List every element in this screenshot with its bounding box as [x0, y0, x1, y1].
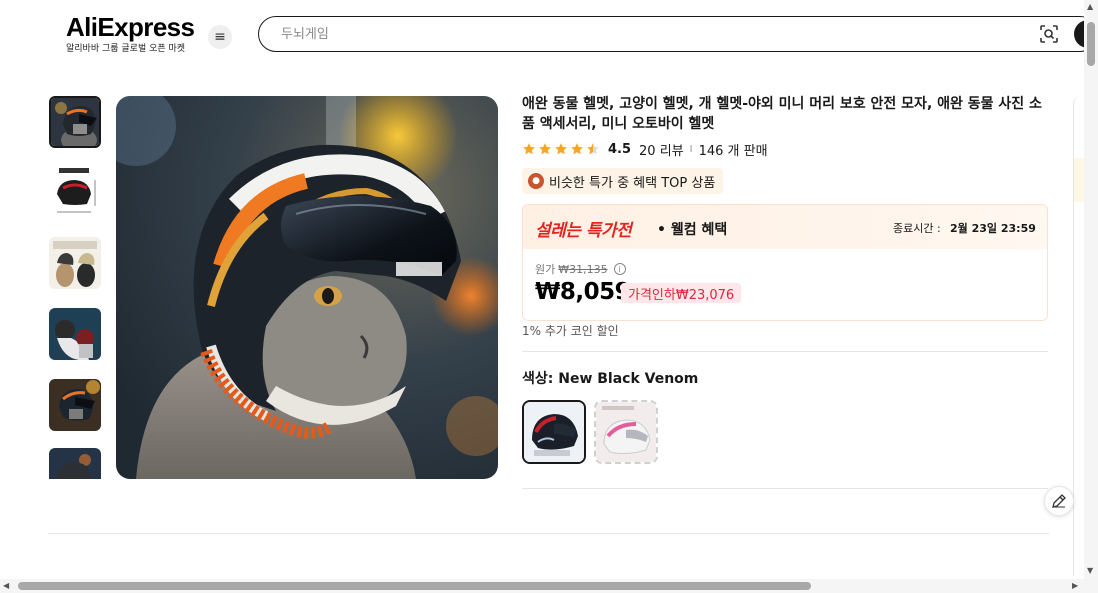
menu-button[interactable]: ≡	[208, 25, 232, 49]
star-full-icon	[539, 143, 551, 155]
separator: I	[689, 143, 693, 155]
scroll-left-arrow-icon[interactable]: ◀	[3, 581, 9, 590]
fire-icon: ●	[528, 173, 544, 189]
deal-subtitle: • 웰컴 혜택	[657, 222, 728, 238]
coin-discount-note: 1% 추가 코인 할인	[522, 324, 619, 338]
deal-end-label: 종료시간 :	[893, 222, 941, 235]
original-price-row: 원가 ₩31,135 i	[535, 261, 626, 277]
top-header: AliExpress 알리바바 그룹 글로벌 오픈 마켓 ≡	[0, 0, 1098, 68]
thumbnail-2[interactable]	[49, 166, 101, 218]
star-full-icon	[523, 143, 535, 155]
star-rating[interactable]	[522, 142, 600, 156]
scroll-right-arrow-icon[interactable]: ▶	[1072, 581, 1078, 590]
divider	[48, 533, 1049, 534]
aliexpress-logo[interactable]: AliExpress	[66, 12, 195, 43]
info-icon[interactable]: i	[613, 263, 626, 275]
logo-subtitle: 알리바바 그룹 글로벌 오픈 마켓	[66, 44, 186, 54]
variant-option-black-venom[interactable]	[522, 400, 586, 464]
vertical-scroll-thumb[interactable]	[1087, 22, 1095, 66]
top-deal-badge[interactable]: ● 비슷한 특가 중 혜택 TOP 상품	[522, 168, 724, 194]
product-title: 애완 동물 헬멧, 고양이 헬멧, 개 헬멧-야외 미니 머리 보호 안전 모자…	[522, 96, 1042, 132]
discount-tag: 가격인하₩23,076	[621, 283, 742, 303]
scrollbar-corner	[1084, 579, 1098, 593]
current-price: ₩8,059	[535, 279, 631, 305]
divider	[522, 351, 1048, 352]
color-label: 색상: New Black Venom	[522, 371, 699, 387]
rating-row: 4.5 20 리뷰 I 146 개 판매	[522, 140, 768, 159]
deal-box: 설레는 특가전 • 웰컴 혜택 종료시간 : 2월 23일 23:59 원가 ₩…	[522, 204, 1048, 321]
original-price: ₩31,135	[558, 262, 608, 276]
deal-title: 설레는 특가전	[535, 221, 632, 241]
search-bar	[258, 16, 1098, 52]
edit-button[interactable]	[1044, 486, 1074, 516]
deal-end-time: 2월 23일 23:59	[950, 222, 1036, 235]
rating-value: 4.5	[608, 141, 632, 157]
thumbnail-gallery	[48, 96, 102, 479]
thumbnail-1[interactable]	[49, 96, 101, 148]
camera-search-icon[interactable]	[1039, 24, 1059, 44]
horizontal-scrollbar[interactable]: ◀ ▶	[0, 579, 1084, 593]
hamburger-icon: ≡	[214, 29, 226, 45]
thumbnail-6[interactable]	[49, 448, 101, 479]
side-panel-edge	[1073, 96, 1085, 576]
original-price-label: 원가	[535, 263, 556, 276]
star-full-icon	[555, 143, 567, 155]
thumbnail-4[interactable]	[49, 308, 101, 360]
thumbnail-3[interactable]	[49, 237, 101, 289]
star-half-icon	[587, 143, 599, 155]
scroll-up-arrow-icon[interactable]: ▲	[1087, 2, 1093, 11]
review-count-link[interactable]: 20 리뷰	[639, 140, 684, 159]
pencil-icon	[1052, 494, 1066, 508]
deal-header: 설레는 특가전 • 웰컴 혜택 종료시간 : 2월 23일 23:59	[523, 205, 1047, 249]
main-product-image[interactable]	[116, 96, 498, 479]
search-input[interactable]	[281, 24, 981, 44]
sold-count: 146 개 판매	[698, 143, 768, 159]
star-full-icon	[571, 143, 583, 155]
horizontal-scroll-thumb[interactable]	[18, 582, 811, 590]
thumbnail-5[interactable]	[49, 379, 101, 431]
vertical-scrollbar[interactable]: ▲ ▼	[1084, 0, 1098, 580]
badge-text: 비슷한 특가 중 혜택 TOP 상품	[549, 175, 716, 191]
variant-option-pink[interactable]	[594, 400, 658, 464]
scroll-down-arrow-icon[interactable]: ▼	[1087, 566, 1093, 575]
divider	[522, 488, 1048, 489]
